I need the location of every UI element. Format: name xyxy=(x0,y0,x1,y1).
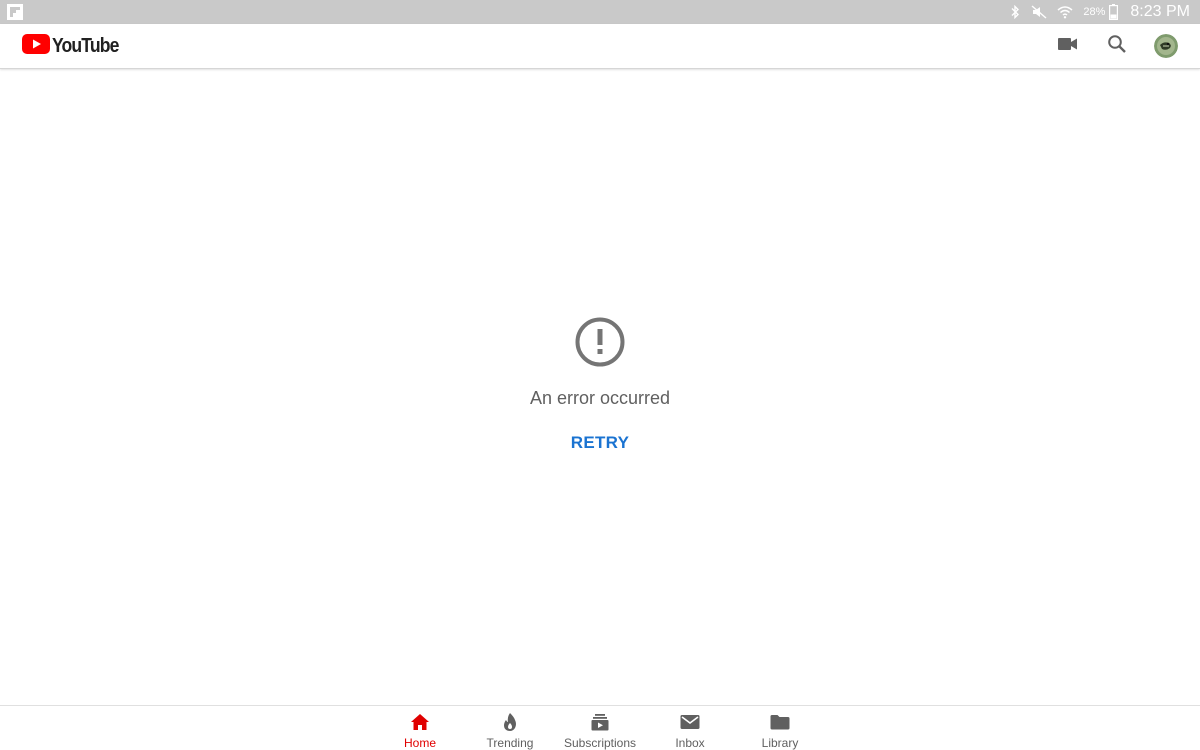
status-time: 8:23 PM xyxy=(1130,3,1190,20)
bottom-navigation: Home Trending Subscriptions Inbox Librar… xyxy=(0,705,1200,750)
youtube-play-icon xyxy=(22,33,50,59)
wifi-icon xyxy=(1057,5,1073,19)
main-content: An error occurred RETRY xyxy=(0,70,1200,705)
error-state: An error occurred RETRY xyxy=(530,316,670,457)
flipboard-icon xyxy=(7,4,23,20)
mute-icon xyxy=(1031,5,1047,19)
upload-video-button[interactable] xyxy=(1056,34,1080,58)
battery-percentage: 28% xyxy=(1083,6,1106,18)
nav-item-subscriptions[interactable]: Subscriptions xyxy=(555,706,645,750)
exclamation-circle-icon xyxy=(574,316,626,368)
nav-item-trending[interactable]: Trending xyxy=(465,706,555,750)
app-header: YouTube xyxy=(0,24,1200,69)
error-message: An error occurred xyxy=(529,388,671,408)
nav-label-home: Home xyxy=(403,736,436,750)
search-icon xyxy=(1107,34,1127,59)
battery-icon xyxy=(1109,4,1119,20)
nav-label-trending: Trending xyxy=(486,736,534,750)
nav-label-inbox: Inbox xyxy=(675,736,705,750)
logo-wordmark: YouTube xyxy=(52,34,119,57)
nav-label-subscriptions: Subscriptions xyxy=(563,736,637,750)
subscriptions-icon xyxy=(590,712,610,732)
youtube-logo[interactable]: YouTube xyxy=(22,33,128,59)
nav-item-home[interactable]: Home xyxy=(375,706,465,750)
nav-item-library[interactable]: Library xyxy=(735,706,825,750)
status-bar: 28% 8:23 PM xyxy=(0,0,1200,24)
mail-icon xyxy=(680,712,700,732)
folder-icon xyxy=(770,712,790,732)
nav-label-library: Library xyxy=(761,736,799,750)
search-button[interactable] xyxy=(1105,34,1129,58)
bluetooth-icon xyxy=(1009,5,1021,19)
nav-item-inbox[interactable]: Inbox xyxy=(645,706,735,750)
status-bar-left xyxy=(7,4,23,20)
flame-icon xyxy=(500,712,520,732)
video-camera-icon xyxy=(1058,37,1078,56)
retry-button[interactable]: RETRY xyxy=(563,429,638,457)
home-icon xyxy=(410,712,430,732)
header-actions xyxy=(1056,34,1178,58)
account-avatar[interactable] xyxy=(1154,34,1178,58)
status-bar-right: 28% 8:23 PM xyxy=(1009,3,1190,21)
